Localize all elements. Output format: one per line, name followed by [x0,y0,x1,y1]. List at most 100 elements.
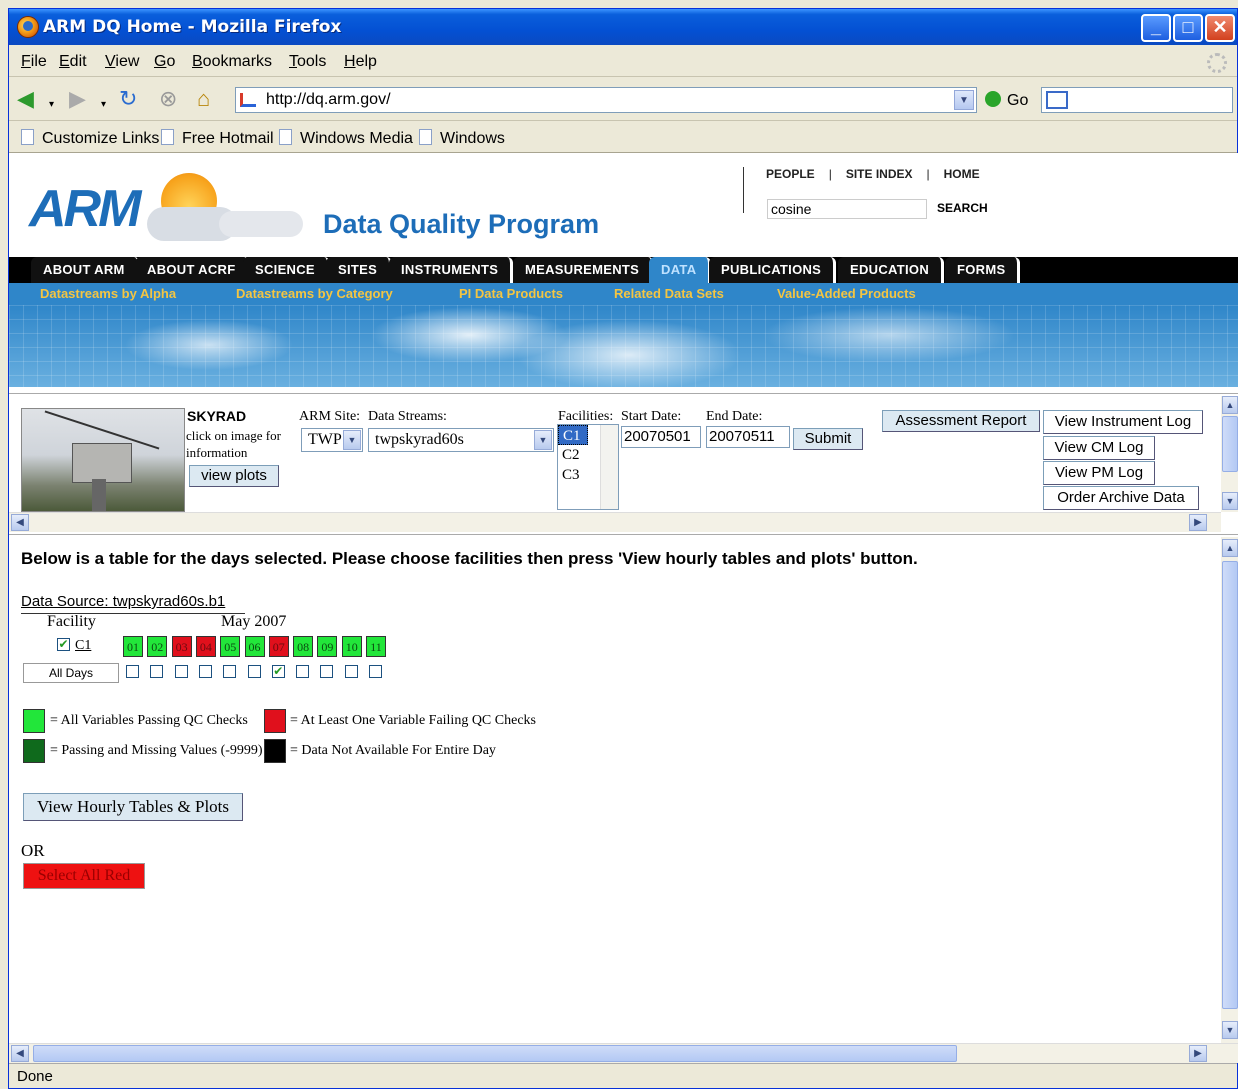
menu-tools[interactable]: Tools [289,53,326,71]
main-horizontal-scrollbar[interactable]: ◀ ▶ [9,1043,1238,1063]
all-days-button[interactable]: All Days [23,663,119,683]
scroll-left-icon[interactable]: ◀ [11,514,29,531]
order-archive-button[interactable]: Order Archive Data [1043,486,1199,510]
subnav-pi-data-products[interactable]: PI Data Products [459,286,563,301]
menu-bookmarks[interactable]: Bookmarks [192,53,272,71]
day-cell-10[interactable]: 10 [341,636,362,657]
tab-publications[interactable]: PUBLICATIONS [709,257,837,283]
minimize-button[interactable]: _ [1141,14,1171,42]
scroll-right-icon[interactable]: ▶ [1189,514,1207,531]
day-checkbox-01[interactable] [126,665,139,678]
listbox-scrollbar[interactable] [600,425,618,509]
forward-icon[interactable]: ▶ [69,87,86,111]
day-checkbox-04[interactable] [198,665,212,678]
frame-vertical-scrollbar[interactable]: ▲ ▼ [1221,396,1238,512]
main-vertical-scrollbar[interactable]: ▲ ▼ [1221,537,1238,1043]
arm-logo[interactable]: ARM [29,179,141,239]
tab-education[interactable]: EDUCATION [838,257,945,283]
datastream-select[interactable]: twpskyrad60s ▼ [368,428,554,452]
link-home[interactable]: HOME [944,167,980,181]
go-button[interactable]: Go [985,91,1028,110]
view-instrument-log-button[interactable]: View Instrument Log [1043,410,1203,434]
menu-file[interactable]: File [21,53,47,71]
scroll-down-icon[interactable]: ▼ [1222,492,1238,510]
data-source-link[interactable]: Data Source: twpskyrad60s.b1 [21,593,225,610]
back-icon[interactable]: ◀ [17,87,34,111]
instrument-photo[interactable] [21,408,185,512]
forward-dropdown-icon[interactable]: ▾ [101,93,106,117]
day-cell-06[interactable]: 06 [244,636,265,657]
scroll-down-icon[interactable]: ▼ [1222,1021,1238,1039]
end-date-input[interactable]: 20070511 [706,426,790,448]
tab-forms[interactable]: FORMS [945,257,1021,283]
day-cell-07[interactable]: 07 [268,636,289,657]
home-icon[interactable]: ⌂ [197,87,210,111]
day-checkbox-10[interactable] [344,665,358,678]
view-pm-log-button[interactable]: View PM Log [1043,461,1155,485]
horizontal-scroll-thumb[interactable] [33,1045,957,1062]
menu-go[interactable]: Go [154,53,175,71]
site-search-input[interactable]: cosine [767,199,927,219]
menu-help[interactable]: Help [344,53,377,71]
day-cell-08[interactable]: 08 [293,636,314,657]
link-windows-media[interactable]: Windows Media [279,129,413,148]
subnav-value-added-products[interactable]: Value-Added Products [777,286,916,301]
day-cell-05[interactable]: 05 [220,636,241,657]
day-checkbox-09[interactable] [320,665,334,678]
reload-icon[interactable]: ↻ [119,87,137,111]
facility-option-c1[interactable]: C1 [558,425,588,445]
day-checkbox-02[interactable] [150,665,164,678]
view-hourly-button[interactable]: View Hourly Tables & Plots [23,793,243,821]
select-all-red-button[interactable]: Select All Red [23,863,145,889]
day-cell-03[interactable]: 03 [171,636,192,657]
scroll-left-icon[interactable]: ◀ [11,1045,29,1062]
scroll-up-icon[interactable]: ▲ [1222,539,1238,557]
day-checkbox-03[interactable] [174,665,188,678]
day-checkbox-11[interactable] [369,665,382,678]
menu-view[interactable]: View [105,53,139,71]
link-people[interactable]: PEOPLE [766,167,815,181]
tab-science[interactable]: SCIENCE [243,257,330,283]
link-site-index[interactable]: SITE INDEX [846,167,913,181]
day-checkbox-07[interactable]: ✔ [271,665,285,678]
url-field[interactable]: http://dq.arm.gov/ ▼ [235,87,977,113]
day-cell-02[interactable]: 02 [147,636,168,657]
site-search-button[interactable]: SEARCH [937,201,988,215]
tab-data[interactable]: DATA [649,257,712,283]
facility-c1-checkbox[interactable]: ✔ [57,638,70,651]
link-free-hotmail[interactable]: Free Hotmail [161,129,274,148]
day-cell-04[interactable]: 04 [195,636,216,657]
day-checkbox-05[interactable] [223,665,237,678]
scroll-thumb[interactable] [1222,416,1238,472]
link-windows[interactable]: Windows [419,129,505,148]
tab-sites[interactable]: SITES [326,257,393,283]
url-dropdown-icon[interactable]: ▼ [954,90,974,110]
close-button[interactable]: ✕ [1205,14,1235,42]
scroll-right-icon[interactable]: ▶ [1189,1045,1207,1062]
arm-site-select[interactable]: TWP ▼ [301,428,363,452]
start-date-input[interactable]: 20070501 [621,426,701,448]
maximize-button[interactable]: □ [1173,14,1203,42]
scroll-thumb[interactable] [1222,561,1238,1009]
menu-edit[interactable]: Edit [59,53,87,71]
tab-measurements[interactable]: MEASUREMENTS [513,257,655,283]
day-cell-09[interactable]: 09 [317,636,338,657]
day-cell-01[interactable]: 01 [123,636,143,657]
tab-instruments[interactable]: INSTRUMENTS [389,257,514,283]
scroll-up-icon[interactable]: ▲ [1222,396,1238,414]
frame-horizontal-scrollbar[interactable]: ◀ ▶ [9,512,1221,532]
tab-about-arm[interactable]: ABOUT ARM [31,257,140,283]
facilities-listbox[interactable]: C1 C2 C3 [557,424,619,510]
view-cm-log-button[interactable]: View CM Log [1043,436,1155,460]
facility-c1-label[interactable]: C1 [75,638,91,654]
back-dropdown-icon[interactable]: ▾ [49,93,54,117]
subnav-datastreams-category[interactable]: Datastreams by Category [236,286,393,301]
subnav-related-data-sets[interactable]: Related Data Sets [614,286,724,301]
search-engine-field[interactable] [1041,87,1233,113]
tab-about-acrf[interactable]: ABOUT ACRF [135,257,251,283]
day-checkbox-08[interactable] [296,665,310,678]
assessment-report-button[interactable]: Assessment Report [882,410,1040,432]
day-checkbox-06[interactable] [247,665,261,678]
stop-icon[interactable]: ⊗ [159,87,177,111]
day-cell-11[interactable]: 11 [366,636,386,657]
